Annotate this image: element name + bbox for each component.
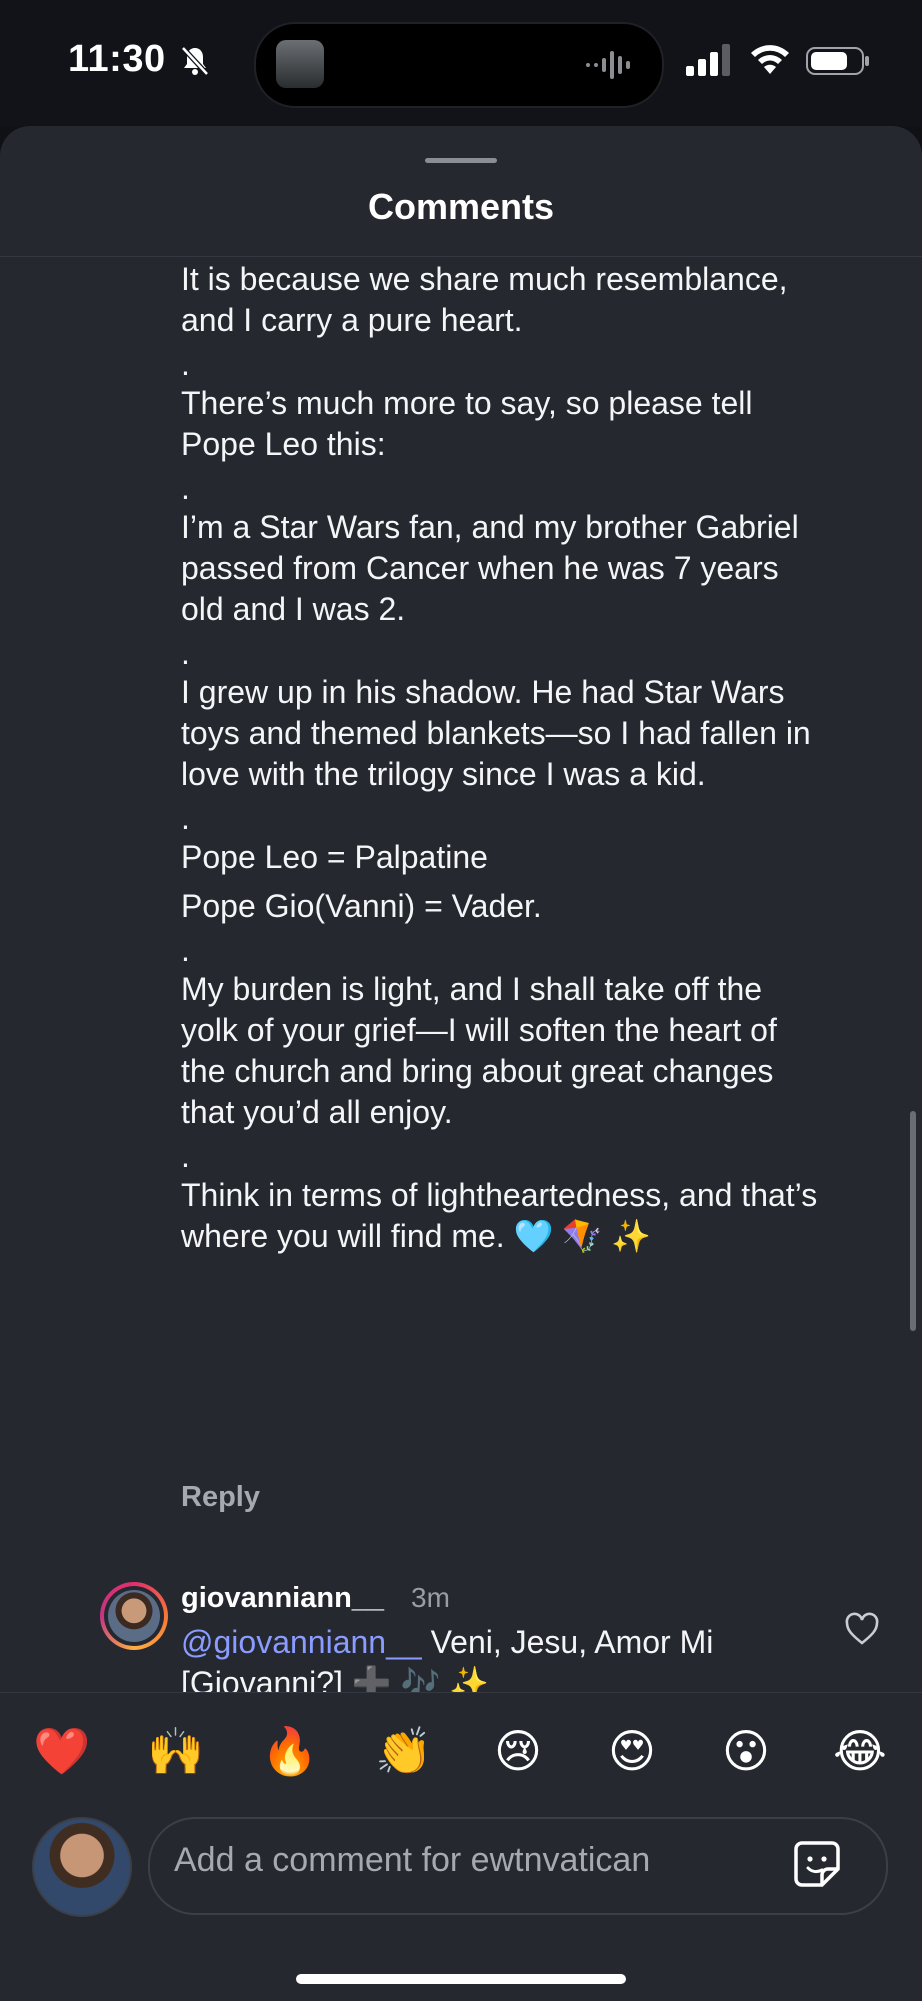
sticker-icon[interactable] <box>792 1839 842 1889</box>
battery-icon <box>806 47 869 75</box>
comment-text: It is because we share much resemblance,… <box>181 259 821 1265</box>
status-time: 11:30 <box>68 38 166 80</box>
reaction-heart-eyes[interactable]: 😍 <box>602 1721 662 1781</box>
comment-paragraph: . <box>181 932 190 968</box>
comment-paragraph: . <box>181 346 190 382</box>
avatar-photo <box>108 1590 160 1642</box>
header-divider <box>0 256 922 257</box>
commenter-avatar[interactable] <box>100 1582 168 1650</box>
comment-paragraph: . <box>181 470 190 506</box>
reaction-surprised[interactable]: 😮 <box>716 1721 776 1781</box>
home-indicator[interactable] <box>296 1974 626 1984</box>
sheet-grabber[interactable] <box>425 158 497 163</box>
sheet-title: Comments <box>367 186 555 227</box>
bell-slash-icon <box>181 46 209 76</box>
scroll-indicator[interactable] <box>910 1111 916 1331</box>
comment-timestamp: 3m <box>411 1582 450 1613</box>
dynamic-island[interactable] <box>254 22 664 108</box>
cellular-signal-icon <box>686 44 730 76</box>
reaction-fire[interactable]: 🔥 <box>260 1721 320 1781</box>
heart-outline-icon[interactable] <box>844 1612 880 1646</box>
comment-text: @giovanniann__ Veni, Jesu, Amor Mi [Giov… <box>181 1622 801 1692</box>
comment-input-placeholder: Add a comment for ewtnvatican <box>174 1841 651 1879</box>
comment-paragraph: Pope Leo = Palpatine <box>181 839 488 875</box>
mention-link[interactable]: @giovanniann__ <box>181 1624 422 1660</box>
comment-paragraph: I’m a Star Wars fan, and my brother Gabr… <box>181 509 799 627</box>
comment-paragraph: . <box>181 1138 190 1174</box>
reply-button[interactable]: Reply <box>181 1481 260 1514</box>
comment-paragraph: My burden is light, and I shall take off… <box>181 971 777 1130</box>
quick-reactions: ❤️ 🙌 🔥 👏 😢 😍 😮 😂 <box>0 1721 922 1781</box>
current-user-avatar <box>32 1817 132 1917</box>
comment-paragraph: Pope Gio(Vanni) = Vader. <box>181 888 542 924</box>
status-bar: 11:30 <box>0 0 922 126</box>
comment-username[interactable]: giovanniann__ <box>181 1582 384 1615</box>
reaction-clap[interactable]: 👏 <box>374 1721 434 1781</box>
now-playing-artwork <box>276 40 324 88</box>
audio-waveform-icon <box>586 51 630 79</box>
reaction-raised-hands[interactable]: 🙌 <box>146 1721 206 1781</box>
reaction-laughing[interactable]: 😂 <box>830 1721 890 1781</box>
comment-paragraph: . <box>181 800 190 836</box>
reaction-heart[interactable]: ❤️ <box>32 1721 92 1781</box>
comment-paragraph: It is because we share much resemblance,… <box>181 261 788 338</box>
reaction-crying[interactable]: 😢 <box>488 1721 548 1781</box>
comment-composer: ❤️ 🙌 🔥 👏 😢 😍 😮 😂 Add a comment for ewtnv… <box>0 1692 922 2001</box>
comment-paragraph: . <box>181 635 190 671</box>
comment-paragraph: Think in terms of lightheartedness, and … <box>181 1177 818 1254</box>
wifi-icon <box>751 45 789 74</box>
comment-paragraph: I grew up in his shadow. He had Star War… <box>181 674 811 792</box>
comment-paragraph: There’s much more to say, so please tell… <box>181 385 753 462</box>
